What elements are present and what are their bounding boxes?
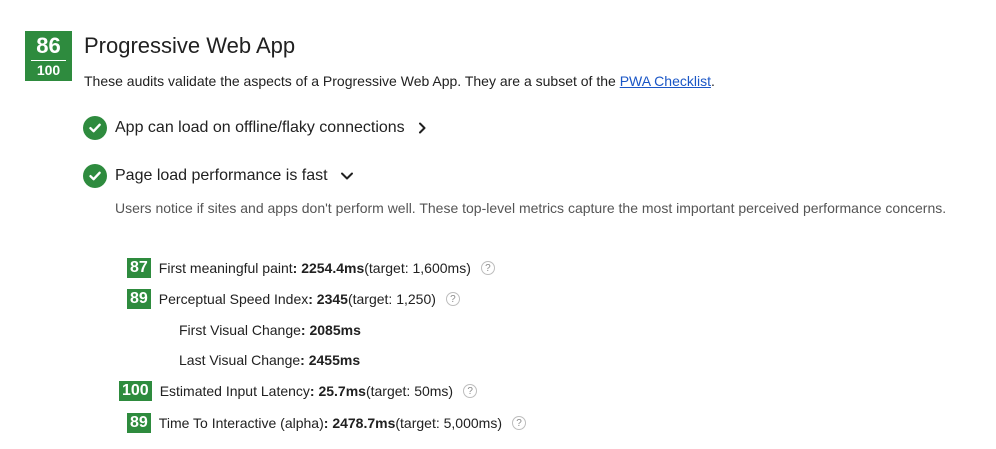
category-score: 86 xyxy=(36,33,61,58)
pwa-checklist-link[interactable]: PWA Checklist xyxy=(620,73,711,89)
audit-performance-label: Page load performance is fast xyxy=(115,167,328,184)
help-icon[interactable]: ? xyxy=(463,384,478,398)
category-score-badge: 86 100 xyxy=(25,31,72,81)
help-icon[interactable]: ? xyxy=(445,292,460,306)
metric-value: : 2478.7ms xyxy=(323,415,396,431)
metric-score-badge: 87 xyxy=(127,258,151,278)
description-end: . xyxy=(710,73,715,89)
audit-page-load-performance[interactable]: Page load performance is fast xyxy=(83,164,354,188)
submetric-first-visual-change: First Visual Change: 2085ms xyxy=(179,322,361,338)
metric-score-badge: 89 xyxy=(127,289,151,309)
help-icon[interactable]: ? xyxy=(480,261,495,275)
metric-target: (target: 50ms) xyxy=(365,383,454,399)
chevron-right-icon[interactable] xyxy=(417,122,427,134)
category-score-max: 100 xyxy=(36,62,61,78)
metric-name: First meaningful paint xyxy=(158,260,293,276)
metric-perceptual-speed-index: 89 Perceptual Speed Index: 2345 (target:… xyxy=(127,289,460,309)
metric-target: (target: 1,600ms) xyxy=(364,260,471,276)
submetric-last-visual-change: Last Visual Change: 2455ms xyxy=(179,352,360,368)
submetric-name: Last Visual Change xyxy=(179,352,301,368)
audit-help-text: Users notice if sites and apps don't per… xyxy=(115,200,947,216)
metric-target: (target: 5,000ms) xyxy=(395,415,502,431)
metric-score-badge: 100 xyxy=(119,381,152,401)
description-text: These audits validate the aspects of a P… xyxy=(84,73,620,89)
metric-score-badge: 89 xyxy=(127,413,151,433)
audit-offline-label: App can load on offline/flaky connection… xyxy=(115,119,405,136)
metric-first-meaningful-paint: 87 First meaningful paint: 2254.4ms (tar… xyxy=(127,258,495,278)
category-title: Progressive Web App xyxy=(84,33,296,58)
metric-value: : 2254.4ms xyxy=(292,260,365,276)
submetric-value: : 2455ms xyxy=(300,352,361,368)
audit-offline[interactable]: App can load on offline/flaky connection… xyxy=(83,116,427,140)
submetric-value: : 2085ms xyxy=(300,322,361,338)
metric-estimated-input-latency: 100 Estimated Input Latency: 25.7ms (tar… xyxy=(119,381,478,401)
chevron-down-icon[interactable] xyxy=(340,171,354,181)
metric-value: : 2345 xyxy=(308,291,348,307)
category-description: These audits validate the aspects of a P… xyxy=(84,72,715,90)
pass-check-icon xyxy=(83,164,107,188)
metric-name: Time To Interactive (alpha) xyxy=(158,415,324,431)
metric-time-to-interactive: 89 Time To Interactive (alpha): 2478.7ms… xyxy=(127,413,526,433)
metric-name: Perceptual Speed Index xyxy=(158,291,309,307)
metric-target: (target: 1,250) xyxy=(347,291,436,307)
submetric-name: First Visual Change xyxy=(179,322,301,338)
metric-value: : 25.7ms xyxy=(309,383,366,399)
metric-name: Estimated Input Latency xyxy=(159,383,310,399)
help-icon[interactable]: ? xyxy=(511,416,526,430)
pass-check-icon xyxy=(83,116,107,140)
